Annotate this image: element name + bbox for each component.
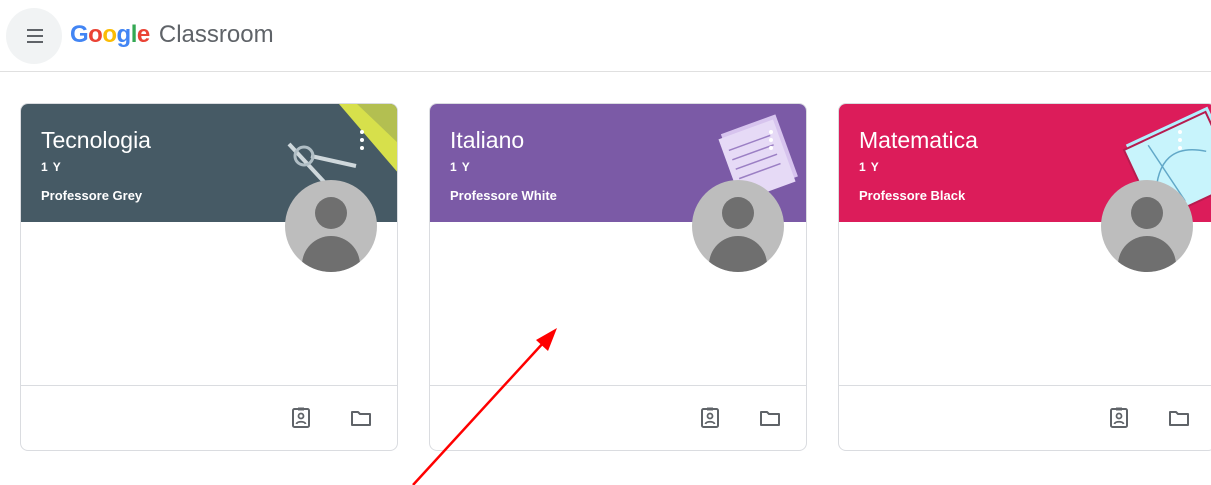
teacher-avatar-icon — [285, 180, 377, 272]
teacher-avatar-icon — [692, 180, 784, 272]
class-card-tecnologia[interactable]: Tecnologia 1 Y Professore Grey — [20, 103, 398, 451]
class-title[interactable]: Matematica — [859, 126, 978, 154]
dot — [360, 130, 364, 134]
assignment-ind-icon[interactable] — [289, 406, 313, 430]
teacher-avatar-icon — [1101, 180, 1193, 272]
app-header: Google Classroom — [0, 0, 1211, 72]
assignment-ind-icon[interactable] — [698, 406, 722, 430]
logo-letter: o — [102, 21, 117, 48]
dot — [1178, 146, 1182, 150]
hamburger-menu-icon — [27, 29, 43, 31]
dot — [360, 146, 364, 150]
hamburger-line — [27, 35, 43, 37]
class-card-italiano[interactable]: Italiano 1 Y Professore White — [429, 103, 807, 451]
class-card-footer — [839, 385, 1211, 450]
class-title[interactable]: Tecnologia — [41, 126, 151, 154]
more-vert-icon[interactable] — [359, 130, 365, 150]
folder-icon[interactable] — [349, 406, 373, 430]
class-section: 1 Y — [450, 160, 471, 174]
compass-leg — [310, 154, 357, 168]
class-section: 1 Y — [859, 160, 880, 174]
dot — [360, 138, 364, 142]
folder-icon[interactable] — [758, 406, 782, 430]
dot — [1178, 138, 1182, 142]
avatar-head — [1131, 197, 1163, 229]
avatar-body — [1118, 236, 1176, 272]
logo-letter: G — [70, 21, 89, 48]
avatar-body — [302, 236, 360, 272]
google-classroom-logo[interactable]: Google Classroom — [70, 20, 274, 50]
logo-letter: e — [136, 21, 150, 48]
hamburger-line — [27, 41, 43, 43]
google-wordmark: Google — [70, 21, 156, 48]
class-teacher: Professore Black — [859, 188, 966, 203]
logo-letter: g — [116, 21, 132, 48]
product-name: Classroom — [158, 21, 274, 48]
class-section: 1 Y — [41, 160, 62, 174]
avatar-head — [315, 197, 347, 229]
more-vert-icon[interactable] — [1177, 130, 1183, 150]
dot — [769, 130, 773, 134]
logo-letter: o — [88, 21, 103, 48]
folder-icon[interactable] — [1167, 406, 1191, 430]
avatar-head — [722, 197, 754, 229]
class-card-matematica[interactable]: Matematica 1 Y Professore Black — [838, 103, 1211, 451]
avatar-body — [709, 236, 767, 272]
class-card-footer — [430, 385, 806, 450]
main-menu-button[interactable] — [6, 8, 62, 64]
class-title[interactable]: Italiano — [450, 126, 524, 154]
assignment-ind-icon[interactable] — [1107, 406, 1131, 430]
class-card-footer — [21, 385, 397, 450]
class-teacher: Professore Grey — [41, 188, 143, 203]
dot — [1178, 130, 1182, 134]
class-teacher: Professore White — [450, 188, 557, 203]
dot — [769, 146, 773, 150]
dot — [769, 138, 773, 142]
more-vert-icon[interactable] — [768, 130, 774, 150]
